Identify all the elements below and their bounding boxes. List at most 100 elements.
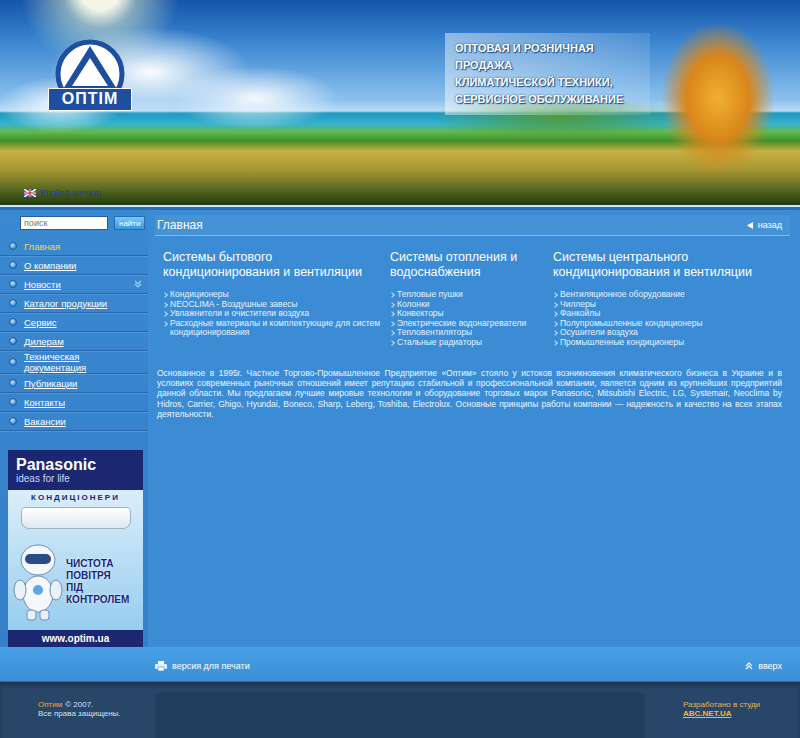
category-link[interactable]: Кондиционеры [163,290,390,300]
sidebar-item[interactable]: О компании [0,256,148,275]
sidebar-label[interactable]: Контакты [24,397,121,408]
banner-middle: ЧИСТОТАПОВІТРЯПІДКОНТРОЛЕМ [8,533,143,630]
sidebar-label[interactable]: Сервис [24,317,121,328]
robot-icon [12,542,64,622]
studio-link[interactable]: ABC.NET.UA [683,709,800,718]
sidebar-item[interactable]: Публикации [0,374,148,393]
sidebar-item[interactable]: Вакансии [0,412,148,431]
category-link[interactable]: Полупромышленные кондиционеры [553,319,790,329]
category-label[interactable]: Вентиляционное оборудование [560,290,685,300]
bullet-icon [162,292,168,298]
category-label[interactable]: Осушители воздуха [560,328,638,338]
category-list: Тепловые пушкиКолонкиКонвекторыЭлектриче… [390,290,553,348]
bullet-icon [552,302,558,308]
sidebar-item[interactable]: Сервис [0,313,148,332]
category-label[interactable]: Чиллеры [560,300,596,310]
bottom-bar: версия для печати вверх [0,647,800,682]
category-list: Вентиляционное оборудованиеЧиллерыФанкой… [553,290,790,348]
category-link[interactable]: Конвекторы [390,309,553,319]
sidebar-label[interactable]: Дилерам [24,336,121,347]
category-list: КондиционерыNEOCLIMA - Воздушные завесыУ… [163,290,390,338]
bullet-icon [389,302,395,308]
bullet-icon [9,358,17,366]
sidebar-item[interactable]: Новости [0,275,148,294]
category-link[interactable]: Тепловентиляторы [390,328,553,338]
category-link[interactable]: Расходные материалы и комплектующие для … [163,319,390,338]
category-label[interactable]: Тепловые пушки [397,290,463,300]
category-heading[interactable]: Системы отопления и водоснабжения [390,250,553,280]
category-label[interactable]: Промышленные кондиционеры [560,338,684,348]
category-link[interactable]: Фанкойлы [553,309,790,319]
category-column: Системы бытового кондиционирования и вен… [163,250,390,348]
language-label[interactable]: English version [40,188,101,198]
category-label[interactable]: Увлажнители и очистители воздуха [170,309,309,319]
banner-slogan: ideas for life [16,473,135,485]
category-label[interactable]: NEOCLIMA - Воздушные завесы [170,300,298,310]
category-link[interactable]: Вентиляционное оборудование [553,290,790,300]
print-link[interactable]: версия для печати [155,661,250,671]
bullet-icon [162,321,168,327]
bullet-icon [552,321,558,327]
tagline-line: КЛИМАТИЧЕСКОЙ ТЕХНИКИ, [455,74,640,91]
category-label[interactable]: Кондиционеры [170,290,229,300]
category-link[interactable]: Колонки [390,300,553,310]
sidebar-label[interactable]: О компании [24,260,121,271]
category-label[interactable]: Стальные радиаторы [397,338,482,348]
sidebar-item[interactable]: Контакты [0,393,148,412]
printer-icon [155,661,167,671]
sidebar-label[interactable]: Каталог продукции [24,298,121,309]
language-link[interactable]: English version [24,188,101,198]
sidebar-item[interactable]: Техническая документация [0,351,148,374]
sidebar-label[interactable]: Публикации [24,378,121,389]
banner-brand: Panasonic [16,456,135,473]
category-label[interactable]: Электрические водонагреватели [397,319,526,329]
back-link[interactable]: назад [747,220,782,230]
sidebar-label[interactable]: Главная [24,241,121,252]
search-button[interactable]: найти [114,216,145,230]
category-label[interactable]: Конвекторы [397,309,444,319]
sidebar-label[interactable]: Новости [24,279,121,290]
category-link[interactable]: Увлажнители и очистители воздуха [163,309,390,319]
category-link[interactable]: Тепловые пушки [390,290,553,300]
chevron-down-icon [134,280,142,288]
category-link[interactable]: Стальные радиаторы [390,338,553,348]
category-link[interactable]: Чиллеры [553,300,790,310]
sidebar-item[interactable]: Каталог продукции [0,294,148,313]
sidebar-item[interactable]: Главная [0,237,148,256]
category-columns: Системы бытового кондиционирования и вен… [155,236,790,348]
category-label[interactable]: Фанкойлы [560,309,600,319]
category-label[interactable]: Колонки [397,300,429,310]
category-link[interactable]: Электрические водонагреватели [390,319,553,329]
bullet-icon [9,398,17,406]
category-heading[interactable]: Системы бытового кондиционирования и вен… [163,250,390,280]
bullet-icon [162,302,168,308]
sidebar-label[interactable]: Техническая документация [24,351,121,373]
category-label[interactable]: Расходные материалы и комплектующие для … [170,319,384,338]
bullet-icon [9,242,17,250]
category-link[interactable]: NEOCLIMA - Воздушные завесы [163,300,390,310]
back-label[interactable]: назад [758,220,782,230]
advert-banner[interactable]: Panasonicideas for lifeКОНДИЦІОНЕРИЧИСТО… [8,450,143,647]
sidebar-label[interactable]: Вакансии [24,416,121,427]
top-link[interactable]: вверх [745,661,782,671]
print-label[interactable]: версия для печати [172,661,250,671]
footer-center-panel [155,692,645,738]
caption-line: ПІД [66,582,129,594]
category-label[interactable]: Полупромышленные кондиционеры [560,319,703,329]
search-input[interactable] [20,216,108,230]
bullet-icon [9,379,17,387]
copyright-year: © 2007. [65,700,93,709]
category-link[interactable]: Промышленные кондиционеры [553,338,790,348]
category-label[interactable]: Тепловентиляторы [397,328,472,338]
category-heading[interactable]: Системы центрального кондиционирования и… [553,250,790,280]
caption-line: ЧИСТОТА [66,558,129,570]
sidebar-item[interactable]: Дилерам [0,332,148,351]
sidebar-menu: Главная О компании Новости Каталог продукци… [0,237,148,431]
bullet-icon [552,292,558,298]
copyright-line: Оптим© 2007. [38,700,155,709]
category-link[interactable]: Осушители воздуха [553,328,790,338]
bullet-icon [389,311,395,317]
logo[interactable]: ОПТІМ [48,36,132,111]
footer-brand: Оптим [38,700,62,709]
top-label[interactable]: вверх [758,661,782,671]
